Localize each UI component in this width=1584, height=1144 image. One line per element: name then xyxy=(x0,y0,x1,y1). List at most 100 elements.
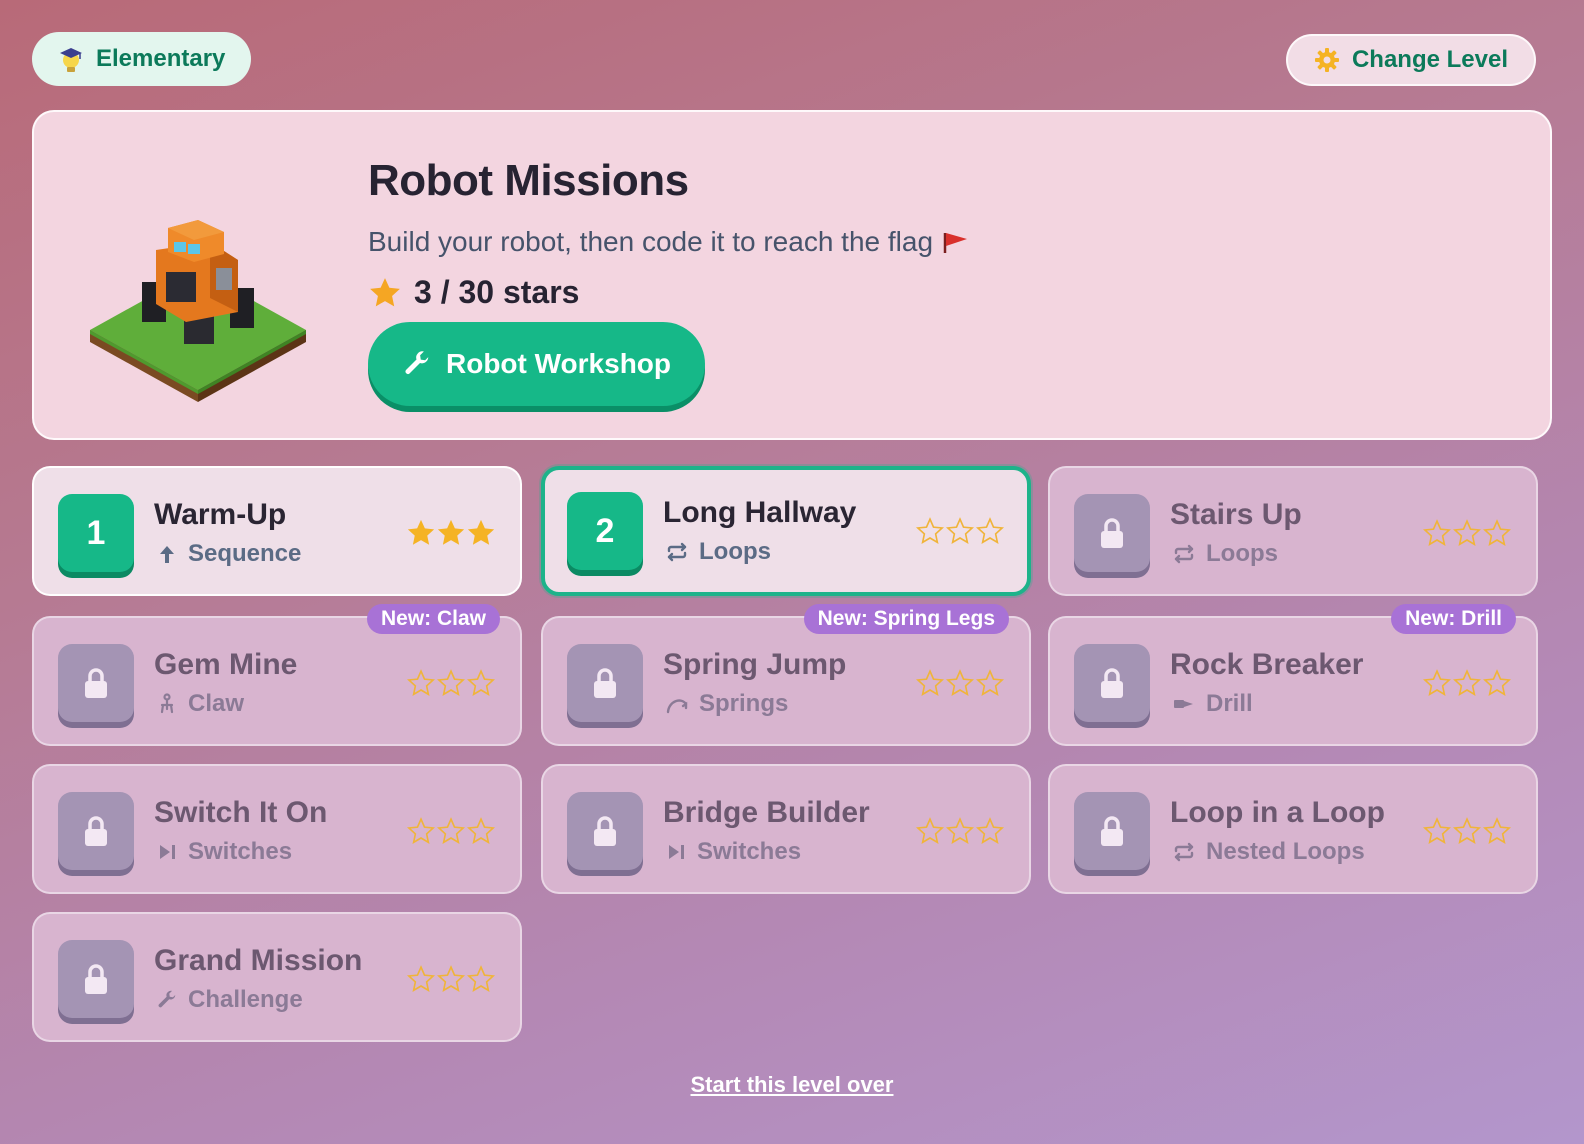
mission-card: Spring Jump Springs New: Spring Legs xyxy=(541,604,1031,746)
star-empty-icon xyxy=(1482,668,1512,698)
mission-stars xyxy=(1422,518,1512,548)
star-filled-icon xyxy=(466,518,496,548)
mission-number: 1 xyxy=(58,494,134,572)
mission-stars xyxy=(915,516,1005,546)
star-empty-icon xyxy=(1422,668,1452,698)
star-empty-icon xyxy=(975,816,1005,846)
new-feature-tag: New: Drill xyxy=(1391,604,1516,634)
mission-concept-label: Challenge xyxy=(188,986,303,1013)
star-filled-icon xyxy=(406,518,436,548)
play-bar-icon xyxy=(156,841,178,863)
star-empty-icon xyxy=(975,668,1005,698)
mission-title: Gem Mine xyxy=(154,648,298,681)
lock-icon xyxy=(1074,494,1150,572)
red-flag-icon xyxy=(941,229,969,255)
star-empty-icon xyxy=(1482,816,1512,846)
star-empty-icon xyxy=(436,964,466,994)
lock-icon xyxy=(567,644,643,722)
star-empty-icon xyxy=(406,668,436,698)
robot-workshop-label: Robot Workshop xyxy=(446,348,672,379)
mission-concept-label: Switches xyxy=(697,838,802,865)
repeat-icon xyxy=(665,541,689,563)
level-badge[interactable]: Elementary xyxy=(32,32,252,86)
star-empty-icon xyxy=(1482,518,1512,548)
mission-title: Rock Breaker xyxy=(1170,648,1364,681)
robot-workshop-button[interactable]: Robot Workshop xyxy=(368,322,706,406)
mission-title: Warm-Up xyxy=(154,498,287,531)
star-empty-icon xyxy=(945,816,975,846)
subtitle-text: Build your robot, then code it to reach … xyxy=(368,226,934,257)
star-empty-icon xyxy=(945,516,975,546)
star-empty-icon xyxy=(466,668,496,698)
star-empty-icon xyxy=(466,964,496,994)
start-over-link[interactable]: Start this level over xyxy=(0,1072,1584,1098)
mission-title: Long Hallway xyxy=(663,496,857,529)
mission-card: Grand Mission Challenge xyxy=(32,912,522,1042)
mission-concept-label: Springs xyxy=(699,690,789,717)
star-empty-icon xyxy=(1452,518,1482,548)
mission-stars xyxy=(406,518,496,548)
mission-title: Switch It On xyxy=(154,796,328,829)
graduate-lightbulb-icon xyxy=(58,44,84,74)
level-label: Elementary xyxy=(96,45,226,72)
mission-concept: Loops xyxy=(1172,540,1278,568)
mission-concept: Challenge xyxy=(156,986,303,1014)
play-bar-icon xyxy=(665,841,687,863)
mission-title: Loop in a Loop xyxy=(1170,796,1385,829)
lock-icon xyxy=(58,940,134,1018)
star-empty-icon xyxy=(436,668,466,698)
star-empty-icon xyxy=(406,964,436,994)
mission-stars xyxy=(406,668,496,698)
mission-stars xyxy=(1422,816,1512,846)
lock-icon xyxy=(58,644,134,722)
mission-card: Stairs Up Loops xyxy=(1048,466,1538,596)
star-empty-icon xyxy=(1452,668,1482,698)
mission-concept: Drill xyxy=(1172,690,1253,718)
mission-card: Gem Mine Claw New: Claw xyxy=(32,604,522,746)
mission-concept: Sequence xyxy=(156,540,301,568)
page-subtitle: Build your robot, then code it to reach … xyxy=(368,226,969,258)
mission-card: Switch It On Switches xyxy=(32,764,522,894)
lock-icon xyxy=(1074,644,1150,722)
mission-card: Rock Breaker Drill New: Drill xyxy=(1048,604,1538,746)
star-empty-icon xyxy=(945,668,975,698)
star-filled-icon xyxy=(436,518,466,548)
lock-icon xyxy=(567,792,643,870)
mission-card[interactable]: 2 Long Hallway Loops xyxy=(541,466,1031,596)
mission-stars xyxy=(1422,668,1512,698)
lock-icon xyxy=(1074,792,1150,870)
change-level-button[interactable]: Change Level xyxy=(1285,34,1536,86)
mission-concept-label: Loops xyxy=(1206,540,1278,567)
star-icon xyxy=(368,276,402,310)
stars-progress: 3 / 30 stars xyxy=(368,274,579,311)
star-empty-icon xyxy=(466,816,496,846)
mission-concept: Claw xyxy=(156,690,244,718)
mission-card: Bridge Builder Switches xyxy=(541,764,1031,894)
arrow-up-icon xyxy=(156,543,178,565)
robot-illustration xyxy=(86,220,310,402)
stars-count: 3 / 30 stars xyxy=(414,274,580,310)
mission-concept-label: Nested Loops xyxy=(1206,838,1365,865)
mission-concept: Nested Loops xyxy=(1172,838,1365,866)
star-empty-icon xyxy=(915,668,945,698)
star-empty-icon xyxy=(975,516,1005,546)
mission-title: Grand Mission xyxy=(154,944,363,977)
mission-concept-label: Drill xyxy=(1206,690,1253,717)
mission-stars xyxy=(915,816,1005,846)
hero-card: Robot Missions Build your robot, then co… xyxy=(32,110,1552,440)
mission-concept-label: Switches xyxy=(188,838,293,865)
star-empty-icon xyxy=(1422,816,1452,846)
mission-stars xyxy=(406,816,496,846)
mission-concept-label: Claw xyxy=(188,690,245,717)
start-over-label: Start this level over xyxy=(690,1072,894,1097)
top-bar: Elementary Change Level xyxy=(32,32,1536,86)
wrench-icon xyxy=(402,349,432,379)
mission-concept: Switches xyxy=(156,838,292,866)
star-empty-icon xyxy=(436,816,466,846)
mission-card: Loop in a Loop Nested Loops xyxy=(1048,764,1538,894)
repeat-icon xyxy=(1172,543,1196,565)
new-feature-tag: New: Spring Legs xyxy=(803,604,1009,634)
mission-concept: Loops xyxy=(665,538,771,566)
star-empty-icon xyxy=(915,516,945,546)
mission-card[interactable]: 1 Warm-Up Sequence xyxy=(32,466,522,596)
